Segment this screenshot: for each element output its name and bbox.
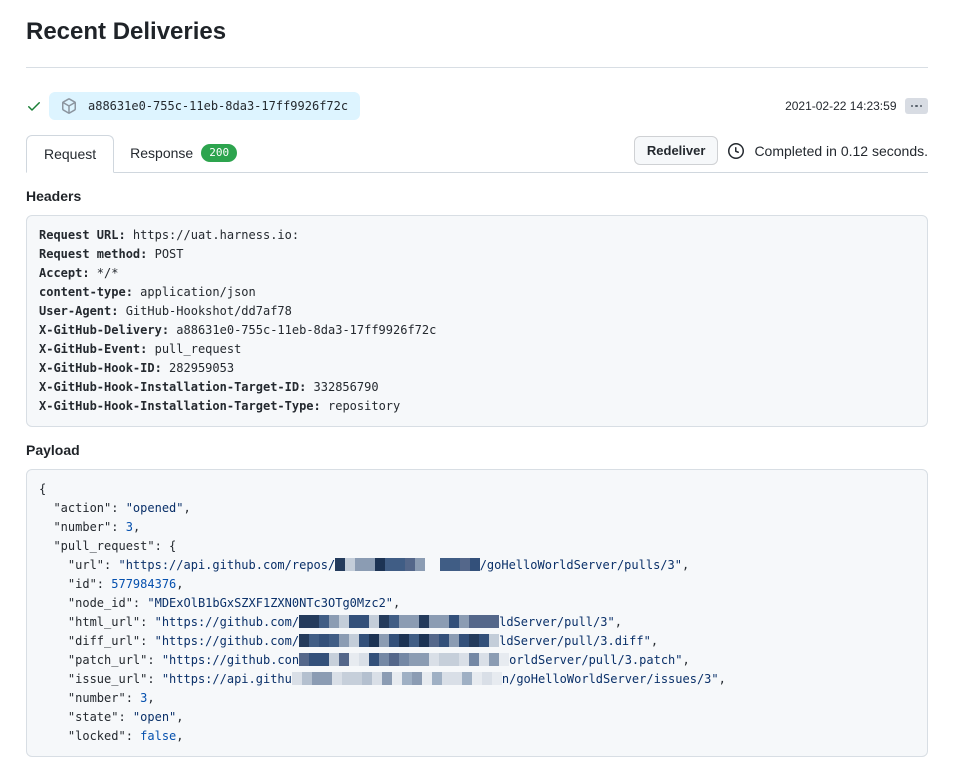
package-icon	[61, 98, 77, 114]
payload-line: "number": 3,	[39, 689, 915, 708]
recent-deliveries-panel: Recent Deliveries a88631e0-755c-11eb-8da…	[0, 18, 954, 757]
tab-response[interactable]: Response 200	[114, 134, 253, 172]
header-line: X-GitHub-Hook-Installation-Target-ID: 33…	[39, 378, 915, 397]
delivery-row-right: 2021-02-22 14:23:59	[785, 98, 928, 114]
header-line: Request method: POST	[39, 245, 915, 264]
delivery-guid-badge[interactable]: a88631e0-755c-11eb-8da3-17ff9926f72c	[49, 92, 360, 120]
redacted-pixelation	[335, 558, 425, 571]
kebab-icon	[911, 105, 914, 108]
request-response-tabnav: Request Response 200 Redeliver Completed…	[26, 134, 928, 173]
header-line: X-GitHub-Hook-Installation-Target-Type: …	[39, 397, 915, 416]
payload-line: "state": "open",	[39, 708, 915, 727]
headers-heading: Headers	[26, 188, 928, 204]
redacted-pixelation	[292, 672, 502, 685]
title-divider	[26, 67, 928, 68]
redacted-pixelation	[299, 615, 499, 628]
payload-line: {	[39, 480, 915, 499]
payload-line: "patch_url": "https://github.conorldServ…	[39, 651, 915, 670]
payload-line: "url": "https://api.github.com/repos/ /g…	[39, 556, 915, 575]
payload-line: "node_id": "MDExOlB1bGxSZXF1ZXN0NTc3OTg0…	[39, 594, 915, 613]
delivery-guid: a88631e0-755c-11eb-8da3-17ff9926f72c	[88, 99, 348, 113]
delivery-timestamp: 2021-02-22 14:23:59	[785, 99, 896, 113]
header-line: X-GitHub-Hook-ID: 282959053	[39, 359, 915, 378]
tab-request[interactable]: Request	[26, 135, 114, 173]
redeliver-button[interactable]: Redeliver	[634, 136, 719, 165]
payload-line: "html_url": "https://github.com/ldServer…	[39, 613, 915, 632]
payload-heading: Payload	[26, 442, 928, 458]
header-line: Accept: */*	[39, 264, 915, 283]
tab-response-label: Response	[130, 145, 193, 161]
page-title: Recent Deliveries	[26, 18, 928, 46]
payload-line: "issue_url": "https://api.githun/goHello…	[39, 670, 915, 689]
payload-line: "locked": false,	[39, 727, 915, 746]
header-line: User-Agent: GitHub-Hookshot/dd7af78	[39, 302, 915, 321]
delivery-row: a88631e0-755c-11eb-8da3-17ff9926f72c 202…	[26, 92, 928, 120]
payload-line: "action": "opened",	[39, 499, 915, 518]
header-line: Request URL: https://uat.harness.io:	[39, 226, 915, 245]
redacted-pixelation	[440, 558, 480, 571]
completed-status-text: Completed in 0.12 seconds.	[754, 143, 928, 159]
redacted-pixelation	[299, 634, 499, 647]
payload-line: "diff_url": "https://github.com/ldServer…	[39, 632, 915, 651]
payload-box: { "action": "opened", "number": 3, "pull…	[26, 469, 928, 757]
payload-line: "pull_request": {	[39, 537, 915, 556]
response-status-badge: 200	[201, 144, 237, 162]
delivery-options-button[interactable]	[905, 98, 929, 114]
payload-line: "id": 577984376,	[39, 575, 915, 594]
payload-line: "number": 3,	[39, 518, 915, 537]
headers-box: Request URL: https://uat.harness.io:Requ…	[26, 215, 928, 427]
tabnav-actions: Redeliver Completed in 0.12 seconds.	[634, 136, 928, 172]
clock-icon	[728, 143, 744, 159]
header-line: X-GitHub-Delivery: a88631e0-755c-11eb-8d…	[39, 321, 915, 340]
redacted-pixelation	[299, 653, 509, 666]
check-icon	[26, 98, 42, 114]
header-line: X-GitHub-Event: pull_request	[39, 340, 915, 359]
header-line: content-type: application/json	[39, 283, 915, 302]
